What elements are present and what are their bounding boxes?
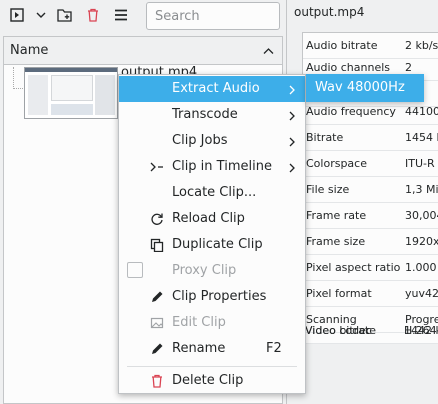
view-menu-button[interactable] [30, 5, 52, 27]
menu-item-locate-clip[interactable]: Locate Clip... [119, 180, 305, 206]
pencil-icon [149, 341, 165, 357]
chevron-right-icon [289, 84, 295, 98]
properties-title: output.mp4 [294, 5, 365, 19]
reload-icon [149, 211, 165, 227]
bin-toolbar [0, 0, 286, 32]
menu-item-proxy-clip[interactable]: Proxy Clip [119, 258, 305, 284]
chevron-up-icon [263, 44, 274, 58]
clip-properties-panel: output.mp4 Audio bitrate 2 kb/s Audio cha… [286, 0, 438, 404]
property-key: File size [306, 183, 350, 196]
menu-item-reload-clip[interactable]: Reload Clip [119, 206, 305, 232]
property-key: Bitrate [306, 131, 344, 144]
property-key: Video codec [305, 324, 372, 337]
hamburger-icon [114, 9, 128, 24]
property-key: Audio bitrate [306, 39, 378, 52]
delete-button[interactable] [82, 5, 104, 27]
property-value: 2 [405, 61, 412, 74]
property-key: Audio channels [306, 61, 391, 74]
menu-item-label: Clip Properties [172, 289, 267, 304]
menu-item-clip-jobs[interactable]: Clip Jobs [119, 128, 305, 154]
clip-context-menu: Extract Audio Transcode Clip Jobs Clip i… [118, 74, 306, 394]
trash-icon [86, 8, 100, 25]
property-key: Pixel aspect ratio [306, 261, 401, 274]
chevron-right-icon [289, 110, 295, 124]
menu-item-label: Clip in Timeline [172, 159, 272, 174]
menu-item-edit-clip[interactable]: Edit Clip [119, 310, 305, 336]
name-column-header: Name [10, 43, 49, 58]
menu-separator [127, 366, 297, 367]
table-row: Pixel format yuv420 [303, 281, 438, 307]
table-row: Colorspace ITU-R 6 [303, 151, 438, 177]
table-row: Video codec H.264 [302, 318, 438, 344]
menu-item-label: Rename [172, 341, 226, 356]
property-value: 30,004 [405, 209, 438, 222]
property-key: Frame rate [306, 209, 367, 222]
property-value: ITU-R 6 [405, 157, 438, 170]
property-value: 1.000 [405, 261, 437, 274]
submenu-item-wav-48000[interactable]: Wav 48000Hz [315, 80, 405, 95]
add-folder-icon [57, 8, 73, 25]
shortcut-label: F2 [266, 341, 282, 356]
chevron-down-icon [36, 9, 46, 23]
menu-item-duplicate-clip[interactable]: Duplicate Clip [119, 232, 305, 258]
table-row: Pixel aspect ratio 1.000 [303, 255, 438, 281]
menu-item-rename[interactable]: Rename F2 [119, 336, 305, 362]
menu-item-label: Proxy Clip [172, 263, 237, 278]
property-key: Colorspace [306, 157, 367, 170]
menu-item-clip-in-timeline[interactable]: Clip in Timeline [119, 154, 305, 180]
menu-item-transcode[interactable]: Transcode [119, 102, 305, 128]
trash-icon [149, 373, 165, 389]
menu-item-label: Reload Clip [172, 211, 245, 226]
view-mode-button[interactable] [6, 5, 28, 27]
menu-item-delete-clip[interactable]: Delete Clip [119, 368, 305, 394]
property-value: 1,3 Mi [405, 183, 438, 196]
extract-audio-submenu: Wav 48000Hz [306, 74, 424, 102]
menu-item-label: Clip Jobs [172, 133, 228, 148]
property-key: Pixel format [306, 287, 372, 300]
property-value: 44100 [405, 105, 438, 118]
proxy-checkbox[interactable] [127, 262, 143, 278]
menu-item-extract-audio[interactable]: Extract Audio [119, 76, 305, 102]
menu-item-label: Duplicate Clip [172, 237, 263, 252]
clip-thumbnail [24, 67, 118, 119]
table-row: File size 1,3 Mi [303, 177, 438, 203]
duplicate-icon [149, 237, 165, 253]
menu-item-label: Edit Clip [172, 315, 226, 330]
add-folder-button[interactable] [54, 5, 76, 27]
property-value: 1454 k [405, 131, 438, 144]
property-key: Frame size [306, 235, 366, 248]
menu-item-label: Extract Audio [172, 81, 260, 96]
menu-item-label: Locate Clip... [172, 185, 257, 200]
chevron-right-icon [289, 162, 295, 176]
view-mode-icon [10, 7, 24, 25]
table-row: Bitrate 1454 k [303, 125, 438, 151]
property-value: H.264 [404, 324, 437, 337]
timeline-icon [149, 159, 165, 175]
menu-item-label: Transcode [172, 107, 238, 122]
table-row: Audio frequency 44100 [303, 99, 438, 125]
property-key: Audio frequency [306, 105, 396, 118]
property-value: 2 kb/s [405, 39, 438, 52]
table-row: Frame size 1920x1 [303, 229, 438, 255]
chevron-right-icon [289, 136, 295, 150]
bin-menu-button[interactable] [110, 5, 132, 27]
search-input[interactable] [146, 2, 280, 30]
property-value: yuv420 [405, 287, 438, 300]
menu-item-label: Delete Clip [172, 373, 244, 388]
property-value: 1920x1 [405, 235, 438, 248]
pencil-icon [149, 289, 165, 305]
menu-item-clip-properties[interactable]: Clip Properties [119, 284, 305, 310]
tree-header[interactable]: Name [4, 37, 282, 65]
image-icon [149, 315, 165, 331]
table-row: Frame rate 30,004 [303, 203, 438, 229]
